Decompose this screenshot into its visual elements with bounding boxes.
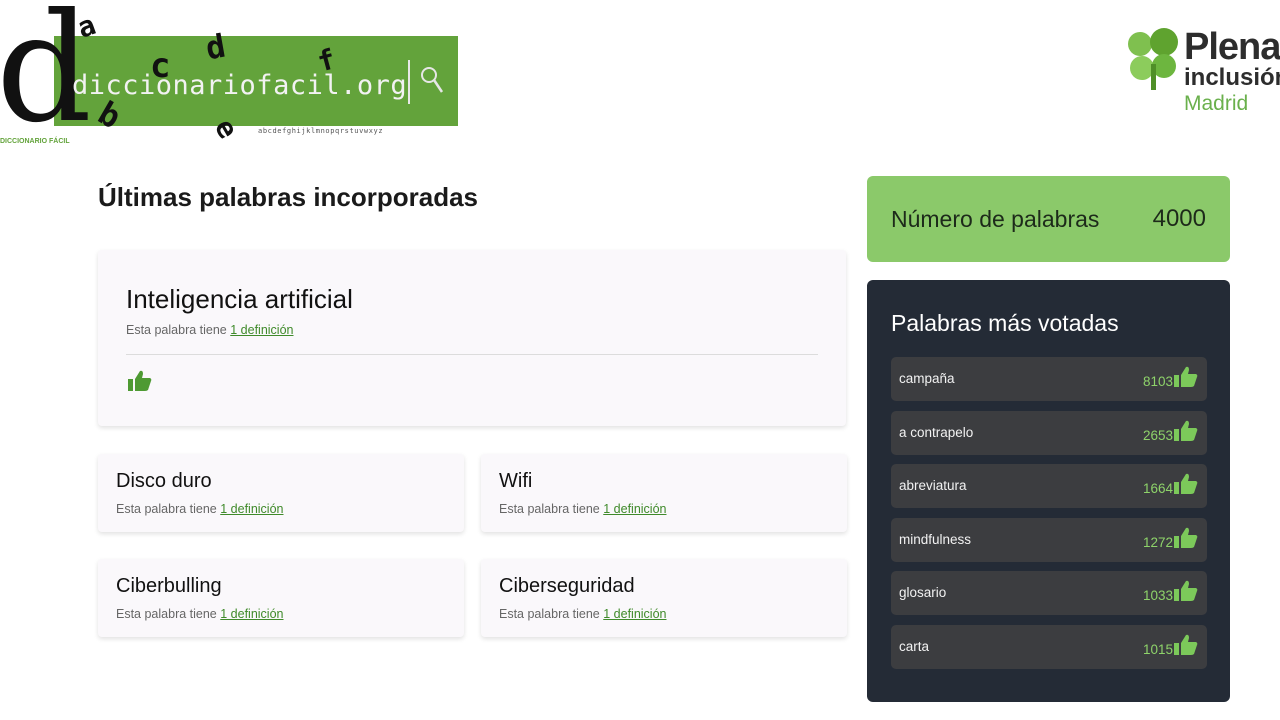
logo-site-name: diccionariofacil.org xyxy=(72,70,408,101)
thumbs-up-icon[interactable] xyxy=(128,370,152,396)
thumbs-up-icon[interactable] xyxy=(1174,580,1198,606)
vote-count: 1272 xyxy=(1142,535,1173,550)
definitions-link[interactable]: 1 definición xyxy=(220,607,283,621)
word-title[interactable]: Disco duro xyxy=(116,470,212,493)
thumbs-up-icon[interactable] xyxy=(1174,527,1198,553)
vote-count: 8103 xyxy=(1142,374,1173,389)
most-voted-panel: Palabras más votadas campaña 8103 a contra… xyxy=(867,280,1230,702)
word-meta: Esta palabra tiene 1 definición xyxy=(116,607,284,621)
page: d a b c d e f diccionariofacil.org abcde… xyxy=(0,0,1280,720)
word-title[interactable]: Wifi xyxy=(499,470,532,493)
word-title[interactable]: Ciberseguridad xyxy=(499,575,635,598)
thumbs-up-icon[interactable] xyxy=(1174,473,1198,499)
featured-word-card[interactable]: Inteligencia artificial Esta palabra tie… xyxy=(98,250,846,426)
word-card[interactable]: Disco duro Esta palabra tiene 1 definici… xyxy=(98,454,464,532)
vote-count: 1664 xyxy=(1142,481,1173,496)
word-count-box: Número de palabras 4000 xyxy=(867,176,1230,262)
most-voted-item[interactable]: glosario 1033 xyxy=(891,571,1207,615)
word-card[interactable]: Ciberbulling Esta palabra tiene 1 defini… xyxy=(98,559,464,637)
logo-alphabet: abcdefghijklmnopqrstuvwxyz xyxy=(258,127,384,135)
word-meta: Esta palabra tiene 1 definición xyxy=(499,607,667,621)
thumbs-up-icon[interactable] xyxy=(1174,420,1198,446)
thumbs-up-icon[interactable] xyxy=(1174,366,1198,392)
partner-name-line3: Madrid xyxy=(1184,92,1249,115)
clover-icon xyxy=(1124,26,1184,96)
vote-count: 2653 xyxy=(1142,428,1173,443)
most-voted-word: campaña xyxy=(899,371,955,386)
most-voted-word: abreviatura xyxy=(899,478,967,493)
meta-prefix: Esta palabra tiene xyxy=(126,323,227,337)
partner-logo[interactable]: Plena inclusión Madrid xyxy=(1120,22,1280,122)
most-voted-word: carta xyxy=(899,639,930,654)
thumbs-up-icon[interactable] xyxy=(1174,634,1198,660)
definitions-link[interactable]: 1 definición xyxy=(603,607,666,621)
logo-divider xyxy=(408,60,410,104)
definitions-link[interactable]: 1 definición xyxy=(230,323,293,337)
logo-caption: DICCIONARIO FÁCIL xyxy=(0,138,70,145)
site-logo[interactable]: d a b c d e f diccionariofacil.org abcde… xyxy=(0,0,470,160)
meta-prefix: Esta palabra tiene xyxy=(499,607,600,621)
most-voted-item[interactable]: campaña 8103 xyxy=(891,357,1207,401)
vote-count: 1033 xyxy=(1142,588,1173,603)
most-voted-item[interactable]: mindfulness 1272 xyxy=(891,518,1207,562)
word-count-label: Número de palabras xyxy=(891,206,1100,232)
partner-name-line1: Plena xyxy=(1184,26,1280,68)
magnifier-icon xyxy=(418,64,444,102)
word-meta: Esta palabra tiene 1 definición xyxy=(499,502,667,516)
meta-prefix: Esta palabra tiene xyxy=(116,607,217,621)
vote-count: 1015 xyxy=(1142,642,1173,657)
word-meta: Esta palabra tiene 1 definición xyxy=(116,502,284,516)
word-card[interactable]: Ciberseguridad Esta palabra tiene 1 defi… xyxy=(481,559,847,637)
word-title[interactable]: Ciberbulling xyxy=(116,575,222,598)
most-voted-item[interactable]: abreviatura 1664 xyxy=(891,464,1207,508)
meta-prefix: Esta palabra tiene xyxy=(499,502,600,516)
section-title: Últimas palabras incorporadas xyxy=(98,182,479,212)
word-count-value: 4000 xyxy=(1152,205,1206,232)
definitions-link[interactable]: 1 definición xyxy=(220,502,283,516)
most-voted-word: mindfulness xyxy=(899,532,972,547)
most-voted-title: Palabras más votadas xyxy=(891,310,1119,336)
most-voted-word: glosario xyxy=(899,585,947,600)
word-title[interactable]: Inteligencia artificial xyxy=(126,284,353,315)
meta-prefix: Esta palabra tiene xyxy=(116,502,217,516)
most-voted-item[interactable]: a contrapelo 2653 xyxy=(891,411,1207,455)
most-voted-item[interactable]: carta 1015 xyxy=(891,625,1207,669)
card-divider xyxy=(126,354,818,355)
definitions-link[interactable]: 1 definición xyxy=(603,502,666,516)
word-card[interactable]: Wifi Esta palabra tiene 1 definición xyxy=(481,454,847,532)
partner-name-line2: inclusión xyxy=(1184,64,1280,91)
most-voted-word: a contrapelo xyxy=(899,425,974,440)
word-meta: Esta palabra tiene 1 definición xyxy=(126,323,294,337)
